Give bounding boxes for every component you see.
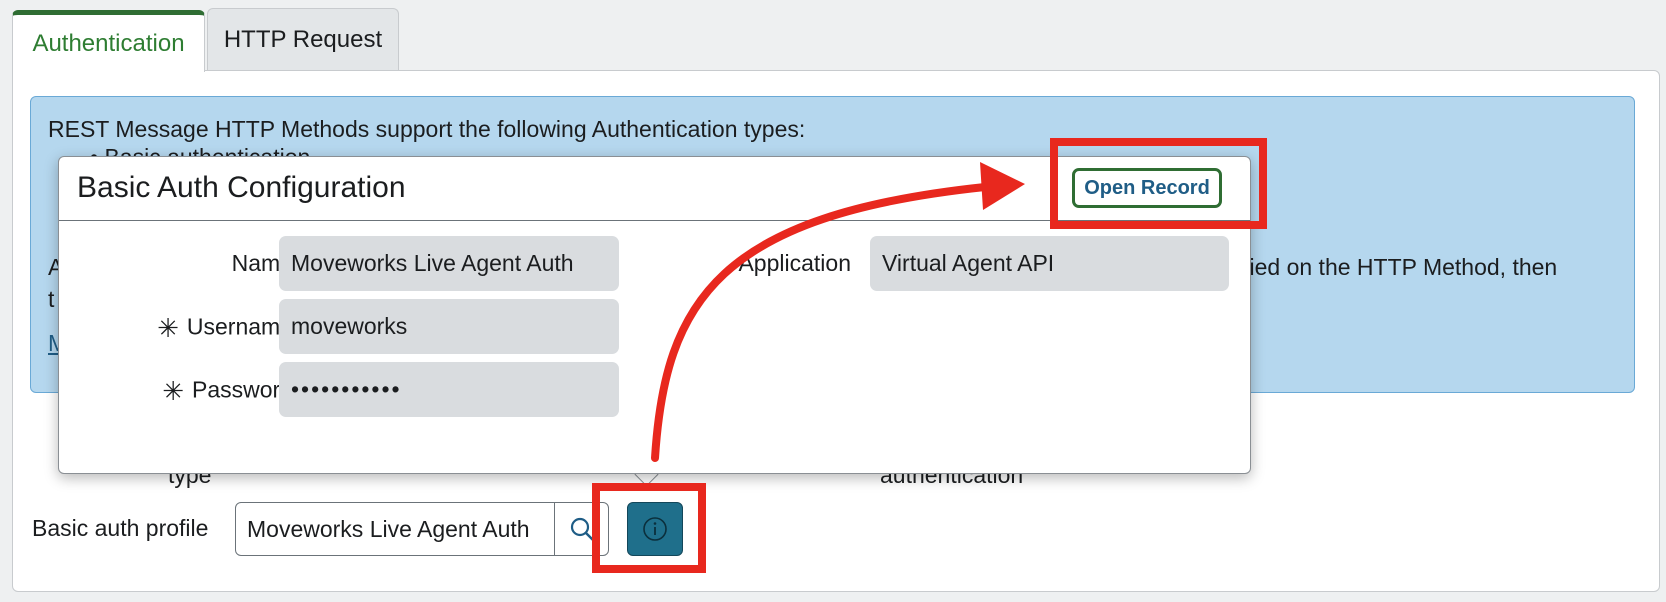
required-icon: ✳ [162,376,185,406]
open-record-highlight [1050,138,1267,229]
application-field[interactable]: Virtual Agent API [870,236,1229,291]
name-field[interactable]: Moveworks Live Agent Auth [279,236,619,291]
basic-auth-profile-value[interactable]: Moveworks Live Agent Auth [236,516,554,543]
popover-title: Basic Auth Configuration [77,171,406,204]
tab-http-request[interactable]: HTTP Request [207,8,399,70]
username-label: ✳ Username [157,313,293,343]
tab-label: HTTP Request [223,25,383,53]
application-label: Application [738,250,851,276]
basic-auth-profile-label: Basic auth profile [32,515,209,541]
info-line-3-end: ified on the HTTP Method, then [1238,254,1558,280]
info-line-1: REST Message HTTP Methods support the fo… [48,116,806,142]
tab-label: Authentication [32,29,185,57]
password-label: ✳ Password [162,376,293,406]
username-field[interactable]: moveworks [279,299,619,354]
info-button-highlight [592,483,706,573]
required-icon: ✳ [157,313,179,343]
info-line-4-start: t [48,286,55,312]
tab-authentication[interactable]: Authentication [12,10,205,72]
password-field[interactable]: ••••••••••• [279,362,619,417]
basic-auth-profile-field[interactable]: Moveworks Live Agent Auth [235,502,609,556]
